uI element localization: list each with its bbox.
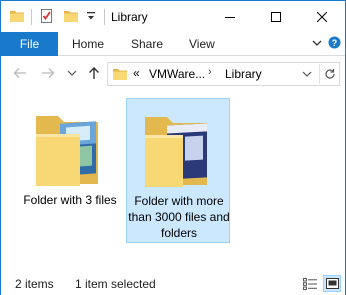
minimize-icon [225,16,235,18]
explorer-window: Library File Home Share View ? « VMWare.… [0,0,346,295]
close-icon [317,11,327,22]
navigation-bar: « VMWare... › Library [1,57,345,89]
forward-button[interactable] [39,64,57,82]
tab-file[interactable]: File [1,32,58,56]
window-title: Library [111,10,148,24]
item-count: 2 items [15,277,54,291]
forward-arrow-icon [42,68,55,78]
file-list[interactable]: Folder with 3 files Folder with more tha… [1,89,345,268]
folder-icon [139,105,219,195]
folder-icon [9,8,25,26]
address-bar[interactable]: « VMWare... › Library [107,62,340,86]
customize-arrow-icon[interactable] [86,10,96,28]
up-arrow-icon [89,67,99,79]
up-button[interactable] [85,64,103,82]
close-button[interactable] [299,1,345,32]
refresh-icon [324,69,335,79]
properties-icon[interactable] [39,8,55,26]
maximize-button[interactable] [253,1,299,32]
folder-icon [112,66,128,85]
item-label: Folder with 3 files [23,193,117,207]
chevron-down-icon [302,71,312,77]
address-dropdown-button[interactable] [298,64,316,84]
recent-locations-button[interactable] [63,64,81,82]
refresh-button[interactable] [319,64,339,84]
large-icons-view-icon [325,278,339,289]
title-bar[interactable]: Library [1,1,345,32]
back-button[interactable] [11,64,29,82]
folder-item[interactable]: Folder with 3 files [18,98,122,243]
divider [104,9,105,25]
item-label: Folder with more than 3000 files and fol… [128,194,230,240]
breadcrumb-chevron[interactable]: › [208,66,212,78]
maximize-icon [271,11,281,22]
address-overflow[interactable]: « [133,66,140,80]
minimize-button[interactable] [207,1,253,32]
status-bar: 2 items 1 item selected [1,273,345,295]
expand-ribbon-button[interactable] [312,37,322,52]
details-view-button[interactable] [301,275,319,292]
selection-count: 1 item selected [75,277,156,291]
large-icons-view-button[interactable] [323,275,341,292]
recent-dropdown-icon [67,70,77,76]
chevron-down-icon [312,40,322,46]
breadcrumb-segment[interactable]: VMWare... [149,67,205,81]
new-folder-icon[interactable] [63,8,79,26]
help-button[interactable]: ? [328,36,341,52]
tab-home[interactable]: Home [72,32,104,56]
tab-share[interactable]: Share [131,32,163,56]
svg-text:?: ? [332,38,338,48]
help-icon: ? [328,36,341,49]
folder-icon [30,104,110,194]
tab-view[interactable]: View [189,32,215,56]
folder-item[interactable]: Folder with more than 3000 files and fol… [126,98,230,243]
ribbon-tabs: File Home Share View ? [1,32,345,56]
breadcrumb-segment[interactable]: Library [225,67,262,81]
details-view-icon [303,277,317,290]
back-arrow-icon [13,68,26,78]
divider [31,9,32,25]
